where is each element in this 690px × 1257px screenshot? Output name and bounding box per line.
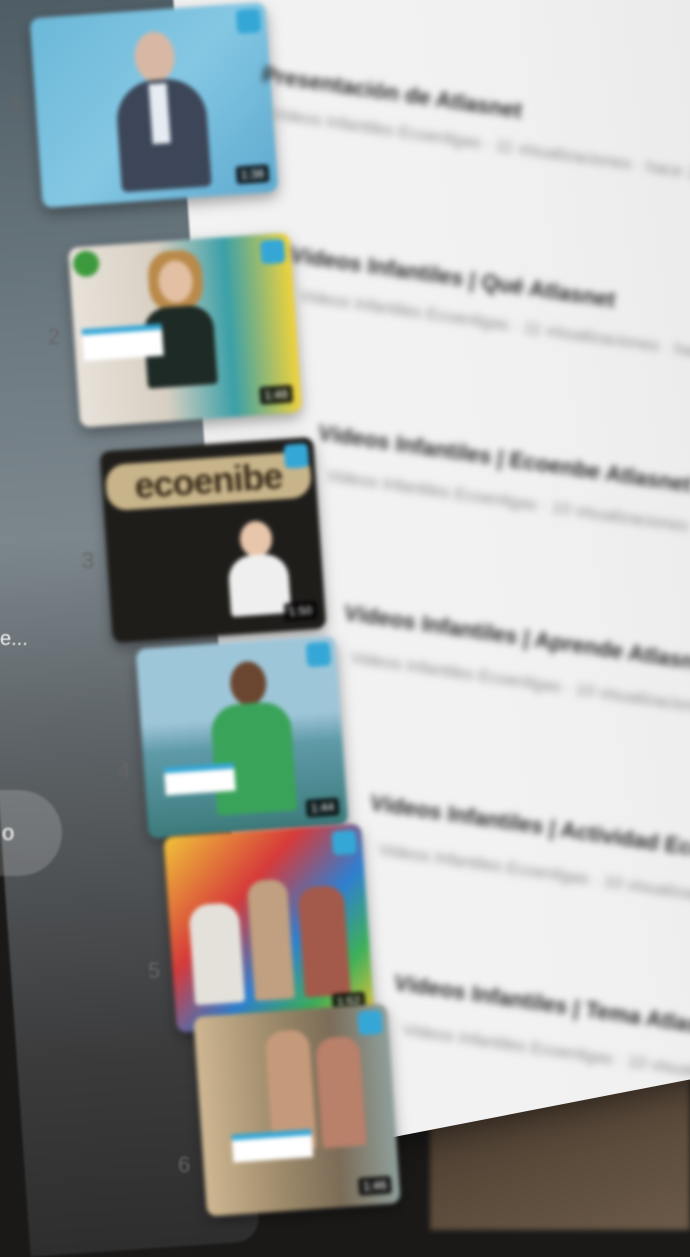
video-duration: 1:38	[235, 164, 270, 185]
video-thumbnail[interactable]: 1:38	[29, 2, 279, 208]
channel-badge-icon	[357, 1009, 383, 1036]
channel-badge-icon	[305, 641, 332, 668]
item-index: 3	[82, 548, 95, 573]
thumbnail-caption-card	[81, 323, 164, 362]
channel-badge-icon	[259, 238, 286, 265]
channel-badge-icon	[235, 8, 262, 35]
video-duration: 1:46	[357, 1175, 393, 1196]
playlist-list: 1 1:38 Presentación de Atlasnet Videos I…	[0, 0, 690, 1230]
video-duration: 1:48	[258, 384, 294, 405]
thumbnail-caption-card	[231, 1129, 314, 1163]
thumbnail-banner-text: ecoenibe	[104, 451, 313, 512]
item-index: 6	[178, 1152, 191, 1177]
channel-badge-icon	[331, 829, 358, 856]
video-meta: Videos Infantiles Ecoenligas · 11 visual…	[297, 286, 690, 369]
video-duration: 1:50	[283, 600, 318, 622]
channel-badge-icon	[283, 443, 310, 469]
thumbnail-caption-card	[163, 762, 236, 796]
video-thumbnail[interactable]: 1:48	[67, 232, 303, 428]
thumbnail-person	[225, 519, 292, 617]
video-duration: 1:44	[305, 797, 340, 818]
channel-logo-icon	[72, 249, 101, 278]
video-thumbnail[interactable]: 1:44	[135, 635, 349, 839]
item-index: 1	[10, 92, 23, 117]
thumbnail-person	[111, 29, 212, 193]
video-thumbnail[interactable]: ecoenibe 1:50	[99, 436, 327, 644]
thumbnail-person	[139, 248, 219, 393]
video-thumbnail[interactable]: 1:46	[193, 1003, 401, 1217]
video-thumbnail[interactable]: 1:52	[163, 823, 375, 1033]
item-index: 4	[118, 758, 131, 783]
item-index: 2	[48, 324, 61, 349]
item-index: 5	[148, 958, 161, 983]
